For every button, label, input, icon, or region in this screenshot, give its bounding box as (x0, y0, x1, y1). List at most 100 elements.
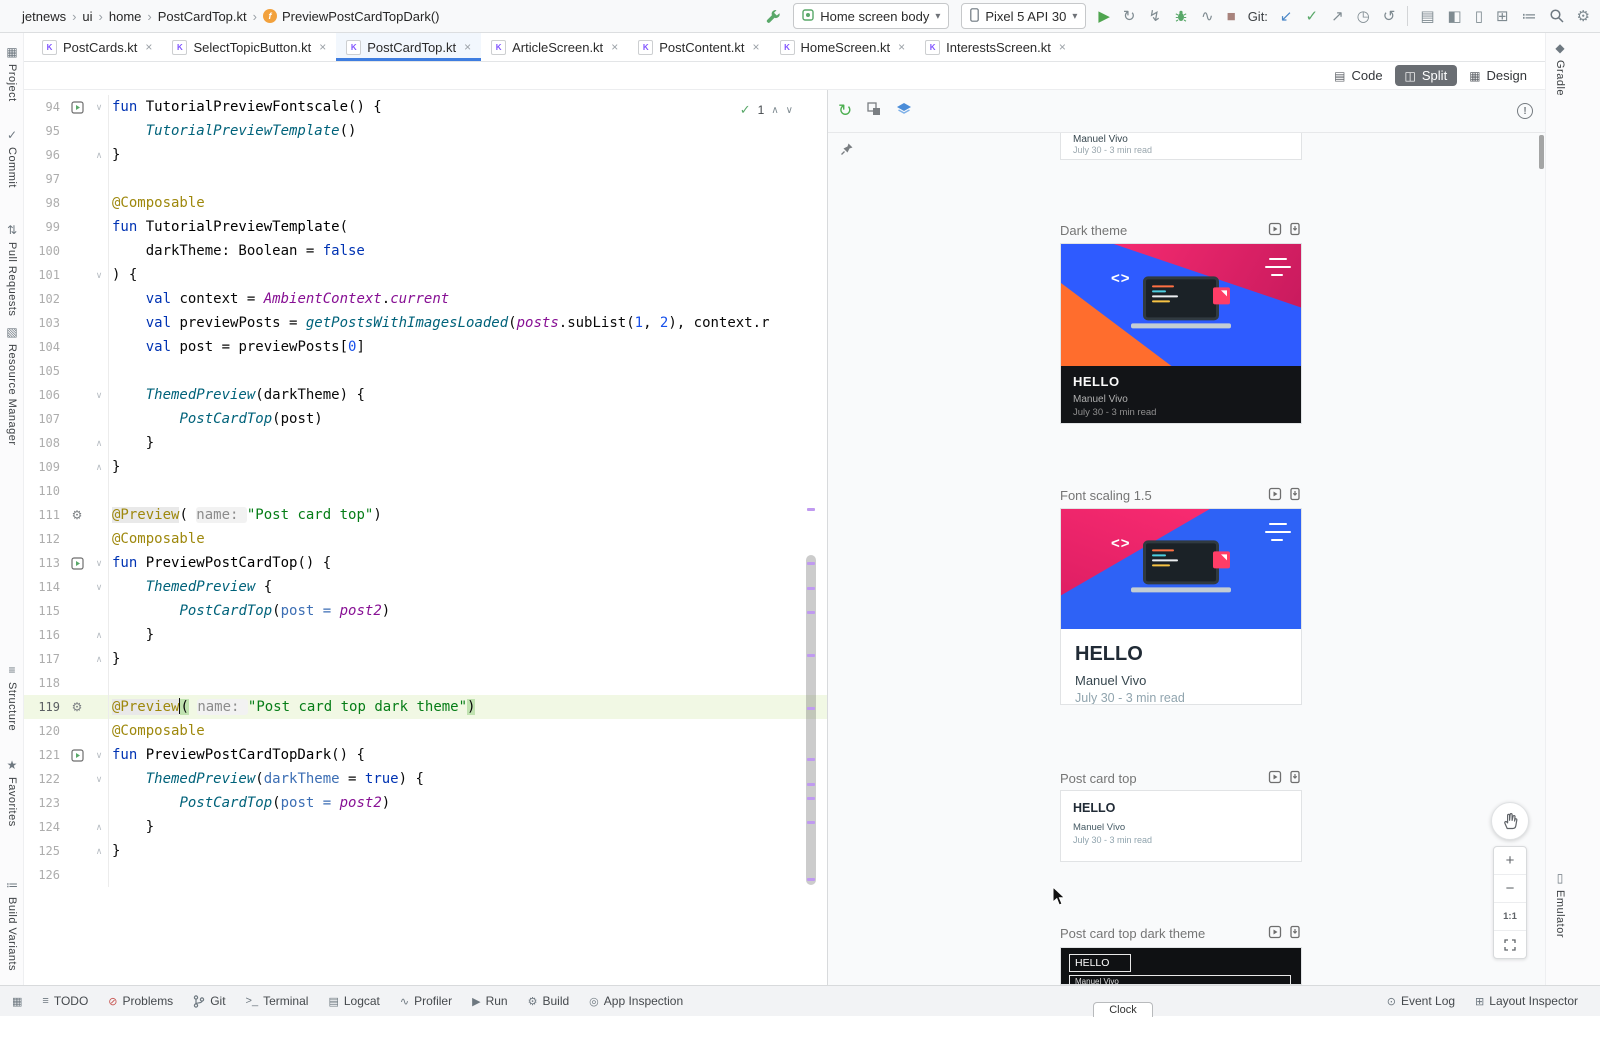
clock-button[interactable]: Clock (1093, 1002, 1153, 1017)
tab-postcontent-kt[interactable]: KPostContent.kt× (628, 33, 769, 61)
code-text[interactable]: PostCardTop(post) (108, 407, 827, 431)
fold-marker[interactable]: ∧ (90, 815, 108, 839)
code-text[interactable]: PostCardTop(post = post2) (108, 599, 827, 623)
code-text[interactable] (108, 671, 827, 695)
code-text[interactable] (108, 863, 827, 887)
sidebar-item-resource-manager[interactable]: ▧Resource Manager (0, 325, 24, 446)
sidebar-item-project[interactable]: ▦Project (0, 45, 24, 102)
view-mode-split[interactable]: ◫Split (1395, 65, 1458, 86)
breadcrumb-item[interactable]: jetnews (22, 9, 66, 24)
interactive-preview-icon[interactable] (1268, 770, 1282, 787)
code-text[interactable]: val context = AmbientContext.current (108, 287, 827, 311)
tab-selecttopicbutton-kt[interactable]: KSelectTopicButton.kt× (162, 33, 336, 61)
code-text[interactable]: darkTheme: Boolean = false (108, 239, 827, 263)
status-item-problems[interactable]: ⊘Problems (108, 994, 173, 1008)
stop-button[interactable]: ■ (1227, 9, 1236, 24)
apply-changes-icon[interactable]: ↻ (1123, 9, 1136, 24)
code-text[interactable] (108, 359, 827, 383)
next-issue-icon[interactable]: ∨ (786, 105, 793, 116)
status-item-logcat[interactable]: ▤Logcat (328, 994, 379, 1008)
close-icon[interactable]: × (611, 40, 618, 54)
status-item-build[interactable]: ⚙Build (528, 994, 570, 1008)
avd-manager-icon[interactable]: ≔ (1522, 9, 1537, 24)
update-project-icon[interactable]: ↙ (1280, 9, 1293, 24)
fold-marker[interactable]: ∧ (90, 623, 108, 647)
layout-validation-icon[interactable]: ▤ (1420, 9, 1434, 24)
sidebar-item-build-variants[interactable]: ≔Build Variants (0, 878, 24, 971)
breadcrumb-item[interactable]: PostCardTop.kt (158, 9, 247, 24)
status-item-event-log[interactable]: ⊙Event Log (1387, 994, 1455, 1008)
status-item-terminal[interactable]: >_Terminal (246, 994, 309, 1008)
code-text[interactable]: val post = previewPosts[0] (108, 335, 827, 359)
fold-marker[interactable]: ∧ (90, 455, 108, 479)
sidebar-item-structure[interactable]: ≡Structure (0, 663, 24, 731)
code-text[interactable]: } (108, 455, 827, 479)
close-icon[interactable]: × (145, 40, 152, 54)
close-icon[interactable]: × (464, 40, 471, 54)
fold-marker[interactable]: ∨ (90, 551, 108, 575)
code-text[interactable] (108, 167, 827, 191)
logcat-window-icon[interactable]: ◧ (1448, 9, 1462, 24)
tab-homescreen-kt[interactable]: KHomeScreen.kt× (770, 33, 916, 61)
status-item-profiler[interactable]: ∿Profiler (400, 994, 452, 1008)
preview-settings-gutter-icon[interactable]: ⚙ (64, 695, 90, 719)
code-text[interactable]: @Composable (108, 719, 827, 743)
fold-marker[interactable]: ∨ (90, 743, 108, 767)
rollback-icon[interactable]: ↺ (1383, 9, 1396, 24)
deploy-preview-icon[interactable] (1288, 487, 1302, 504)
status-item-git[interactable]: Git (193, 994, 225, 1008)
status-item-layout-inspector[interactable]: ⊞Layout Inspector (1475, 994, 1578, 1008)
sidebar-item-commit[interactable]: ✓Commit (0, 128, 24, 188)
interactive-preview-icon[interactable] (1268, 222, 1282, 239)
code-text[interactable]: @Composable (108, 191, 827, 215)
breadcrumb-item[interactable]: ui (82, 9, 92, 24)
zoom-out-button[interactable]: − (1494, 875, 1526, 903)
fold-marker[interactable]: ∨ (90, 263, 108, 287)
sidebar-item-favorites[interactable]: ★Favorites (0, 758, 24, 827)
issues-info-icon[interactable]: ! (1517, 103, 1533, 119)
device-manager-icon[interactable]: ▯ (1475, 9, 1483, 24)
settings-icon[interactable]: ⚙ (1577, 9, 1590, 24)
tab-interestsscreen-kt[interactable]: KInterestsScreen.kt× (915, 33, 1076, 61)
code-text[interactable]: } (108, 431, 827, 455)
code-text[interactable]: } (108, 647, 827, 671)
code-text[interactable] (108, 479, 827, 503)
status-item-todo[interactable]: ≡TODO (42, 994, 88, 1008)
deploy-preview-icon[interactable] (1288, 770, 1302, 787)
status-item-run[interactable]: ▶Run (472, 994, 507, 1008)
pin-icon[interactable] (840, 142, 854, 161)
code-text[interactable]: } (108, 623, 827, 647)
fold-marker[interactable]: ∨ (90, 95, 108, 119)
code-text[interactable]: fun PreviewPostCardTop() { (108, 551, 827, 575)
code-text[interactable]: PostCardTop(post = post2) (108, 791, 827, 815)
zoom-actual-size-button[interactable]: 1:1 (1494, 903, 1526, 931)
build-refresh-icon[interactable]: ↻ (838, 101, 852, 121)
debug-icon[interactable] (1174, 9, 1188, 23)
code-editor[interactable]: 94∨fun TutorialPreviewFontscale() {95 Tu… (24, 90, 828, 985)
deploy-preview-icon[interactable] (1288, 222, 1302, 239)
code-text[interactable]: } (108, 143, 827, 167)
breadcrumb-item[interactable]: home (109, 9, 142, 24)
sidebar-item-pull-requests[interactable]: ⇅Pull Requests (0, 223, 24, 316)
code-text[interactable]: } (108, 839, 827, 863)
zoom-in-button[interactable]: + (1494, 847, 1526, 875)
sidebar-item-gradle[interactable]: ◆Gradle (1548, 41, 1572, 96)
fold-marker[interactable]: ∨ (90, 383, 108, 407)
interactive-preview-icon[interactable] (1268, 487, 1282, 504)
breadcrumb-item[interactable]: PreviewPostCardTopDark() (282, 9, 440, 24)
close-icon[interactable]: × (898, 40, 905, 54)
run-button[interactable]: ▶ (1098, 9, 1110, 24)
deploy-preview-icon[interactable] (1288, 925, 1302, 942)
editor-scrollbar[interactable] (806, 555, 816, 885)
close-icon[interactable]: × (752, 40, 759, 54)
view-options-icon[interactable] (867, 102, 881, 121)
pan-button[interactable] (1491, 802, 1529, 840)
interactive-preview-icon[interactable] (1268, 925, 1282, 942)
code-text[interactable]: @Preview( name: "Post card top") (108, 503, 827, 527)
run-preview-gutter-icon[interactable] (64, 551, 90, 575)
fold-marker[interactable]: ∧ (90, 431, 108, 455)
zoom-to-fit-button[interactable] (1494, 931, 1526, 958)
run-preview-gutter-icon[interactable] (64, 743, 90, 767)
code-text[interactable]: fun PreviewPostCardTopDark() { (108, 743, 827, 767)
code-text[interactable]: ThemedPreview { (108, 575, 827, 599)
